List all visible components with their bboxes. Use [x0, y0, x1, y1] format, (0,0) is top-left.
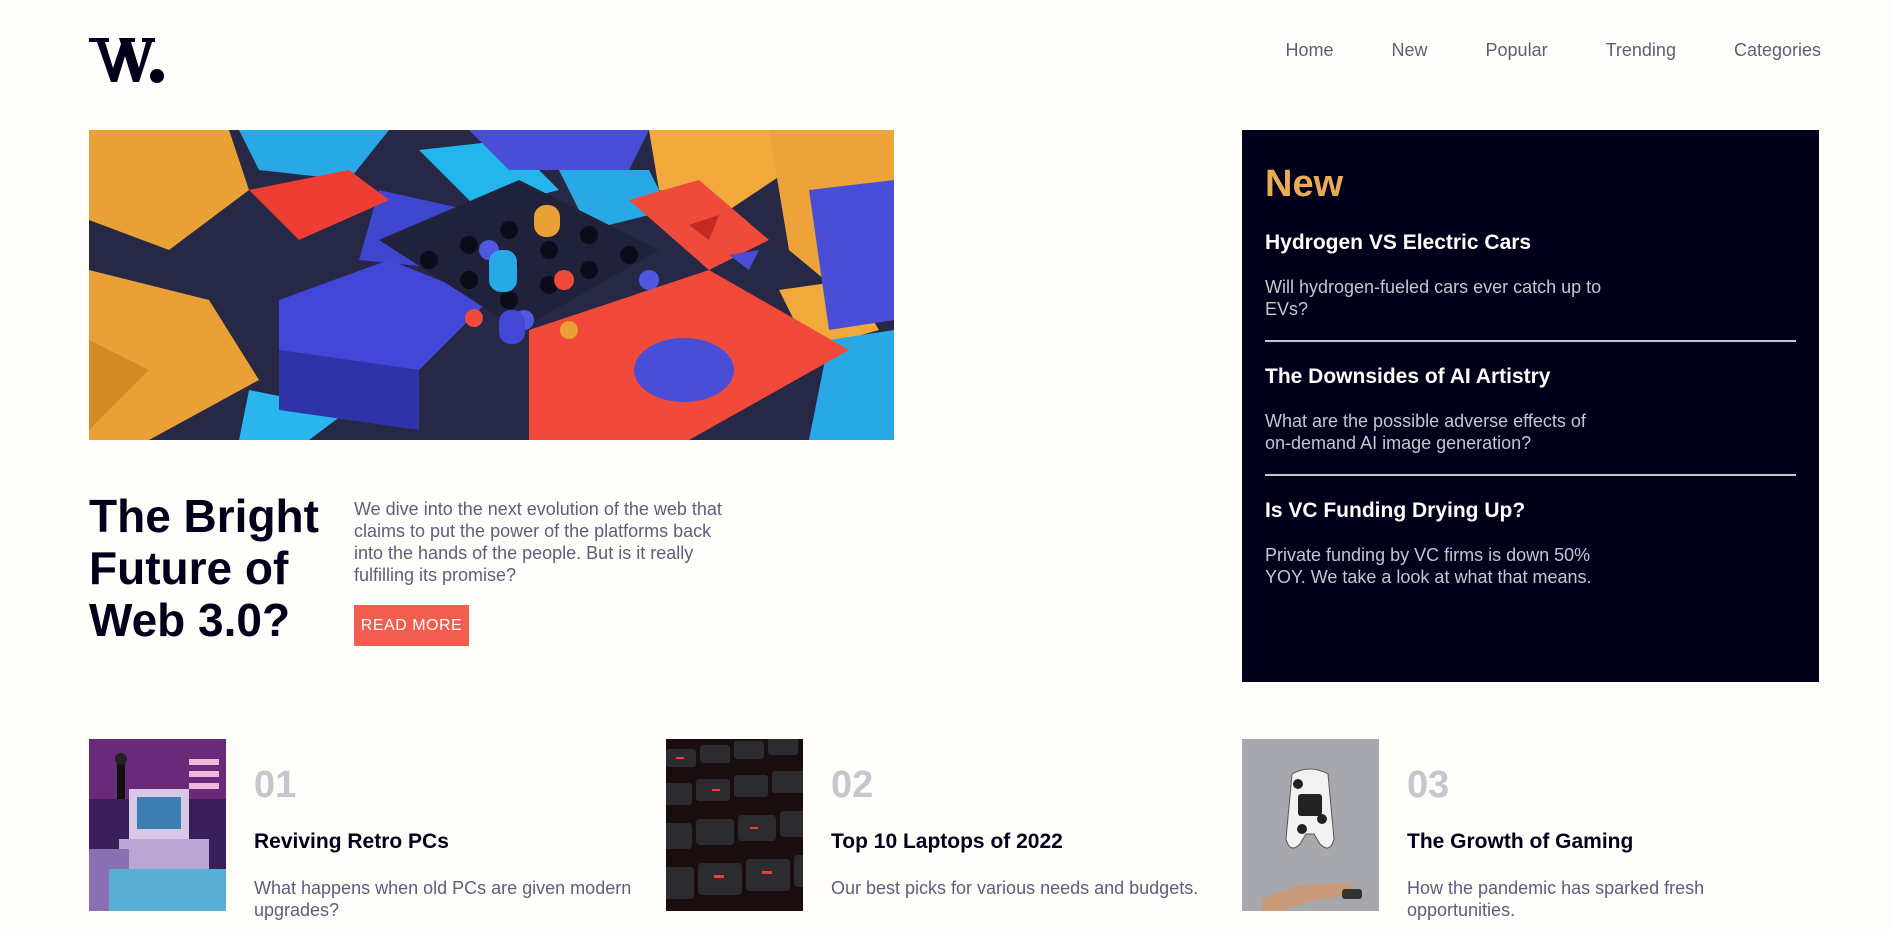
new-item-desc: Will hydrogen-fueled cars ever catch up … [1265, 277, 1602, 319]
article-card: 03 The Growth of Gaming How the pandemic… [1242, 739, 1802, 929]
w-logo-icon [89, 38, 164, 83]
nav-trending[interactable]: Trending [1606, 38, 1676, 62]
card-description: How the pandemic has sparked fresh oppor… [1407, 878, 1705, 920]
card-description: What happens when old PCs are given mode… [254, 878, 632, 920]
hero-title: The Bright Future of Web 3.0? [89, 490, 319, 646]
card-title[interactable]: The Growth of Gaming [1407, 829, 1633, 855]
article-card: 02 Top 10 Laptops of 2022 Our best picks… [666, 739, 1226, 929]
nav-home[interactable]: Home [1286, 38, 1334, 62]
read-more-button[interactable]: READ MORE [354, 605, 469, 646]
new-panel-heading: New [1265, 163, 1344, 205]
new-item: Hydrogen VS Electric Cars Will hydrogen-… [1265, 230, 1796, 342]
card-number: 03 [1407, 764, 1450, 806]
brand-logo[interactable] [89, 36, 165, 84]
card-description: Our best picks for various needs and bud… [831, 878, 1199, 898]
hero-3d-blocks-image [89, 130, 894, 440]
new-item-desc: Private funding by VC firms is down 50% … [1265, 545, 1592, 587]
new-item-desc: What are the possible adverse effects of… [1265, 411, 1586, 453]
hero-image [89, 130, 894, 440]
card-thumbnail[interactable] [89, 739, 226, 911]
nav-categories[interactable]: Categories [1734, 38, 1821, 62]
new-item: The Downsides of AI Artistry What are th… [1265, 364, 1796, 476]
new-panel: New Hydrogen VS Electric Cars Will hydro… [1242, 130, 1819, 682]
nav-popular[interactable]: Popular [1486, 38, 1548, 62]
main-nav: Home New Popular Trending Categories [1228, 38, 1822, 62]
card-thumbnail[interactable] [666, 739, 803, 911]
new-item-title[interactable]: Is VC Funding Drying Up? [1265, 498, 1796, 524]
article-card: 01 Reviving Retro PCs What happens when … [89, 739, 649, 929]
card-title[interactable]: Reviving Retro PCs [254, 829, 449, 855]
nav-new[interactable]: New [1392, 38, 1428, 62]
gamepad-image [1242, 739, 1379, 911]
card-number: 02 [831, 764, 874, 806]
hero-description: We dive into the next evolution of the w… [354, 499, 722, 585]
card-number: 01 [254, 764, 297, 806]
card-thumbnail[interactable] [1242, 739, 1379, 911]
new-item-title[interactable]: The Downsides of AI Artistry [1265, 364, 1796, 390]
new-item: Is VC Funding Drying Up? Private funding… [1265, 498, 1796, 608]
new-item-title[interactable]: Hydrogen VS Electric Cars [1265, 230, 1796, 256]
card-title[interactable]: Top 10 Laptops of 2022 [831, 829, 1063, 855]
keyboard-image [666, 739, 803, 911]
retro-pc-image [89, 739, 226, 911]
